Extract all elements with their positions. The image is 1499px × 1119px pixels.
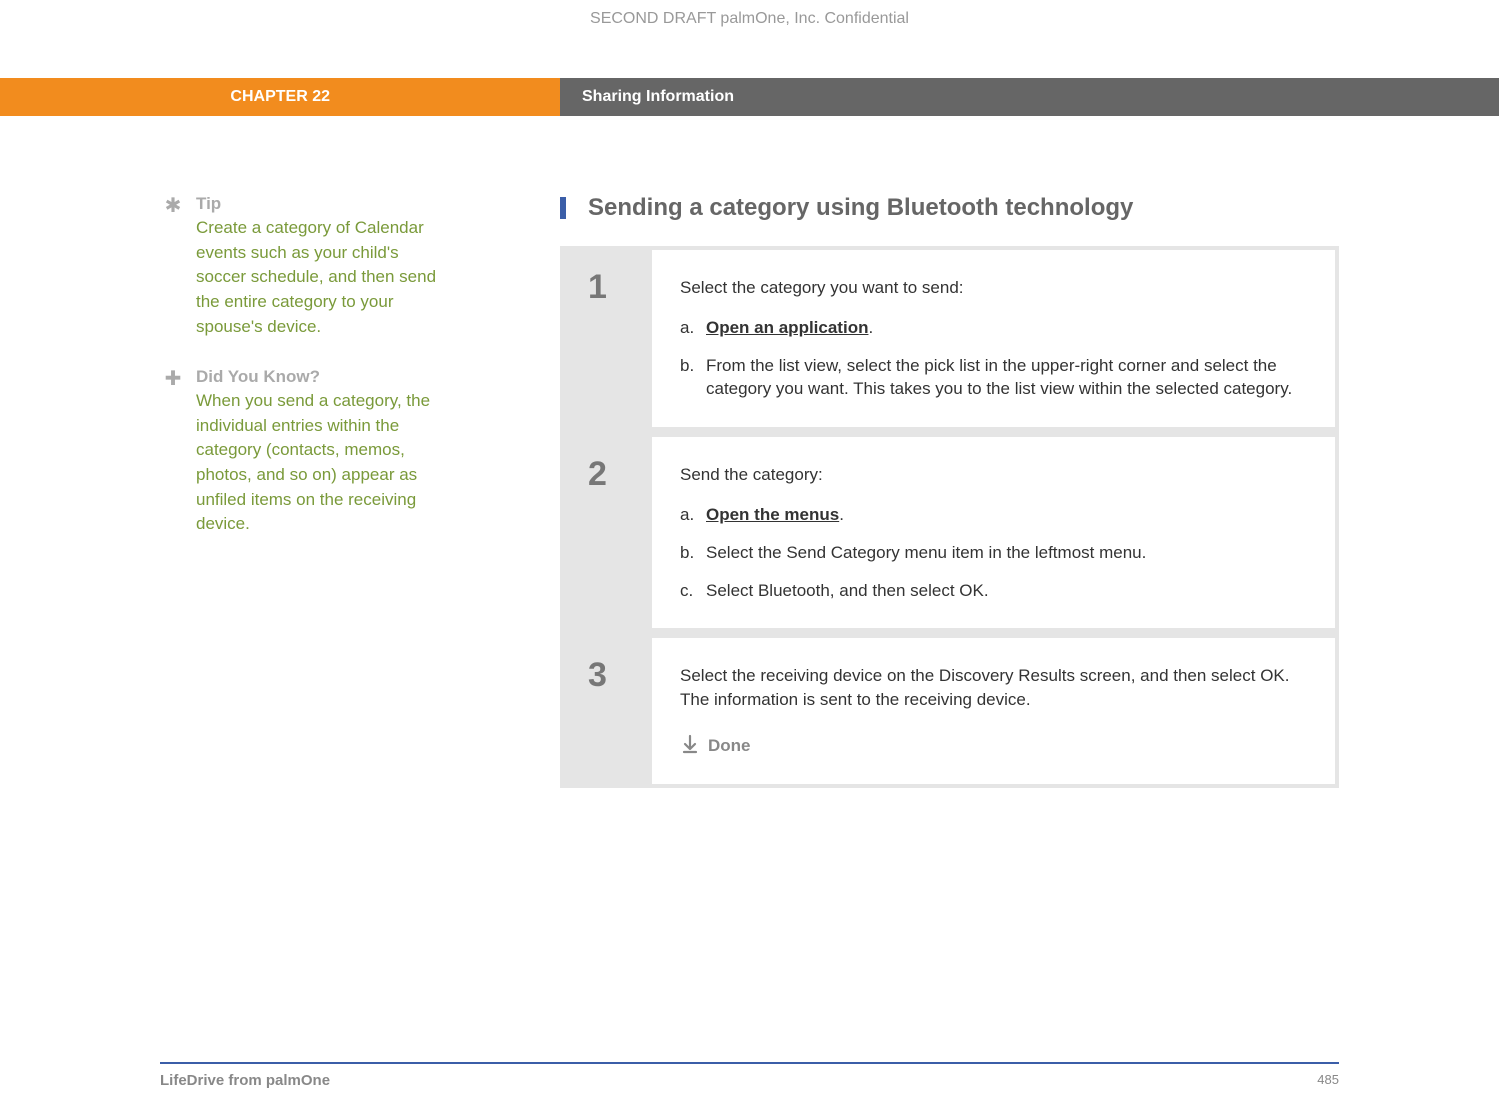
step-sub-item: b. Select the Send Category menu item in… (680, 541, 1307, 565)
step-sub-item: a. Open the menus. (680, 503, 1307, 527)
section-heading: Sending a category using Bluetooth techn… (588, 194, 1133, 222)
sidebar: ✱ Tip Create a category of Calendar even… (0, 194, 560, 788)
after-link: . (839, 505, 844, 524)
sub-text: Select Bluetooth, and then select OK. (706, 579, 1307, 603)
chapter-title: Sharing Information (560, 78, 1499, 116)
page-footer: LifeDrive from palmOne 485 (160, 1062, 1339, 1089)
step-number: 2 (564, 437, 652, 628)
chapter-bar: CHAPTER 22 Sharing Information (0, 78, 1499, 116)
open-application-link[interactable]: Open an application (706, 318, 868, 337)
section-heading-row: Sending a category using Bluetooth techn… (560, 194, 1339, 222)
sub-letter: b. (680, 541, 706, 565)
sub-text: Select the Send Category menu item in th… (706, 541, 1307, 565)
asterisk-icon: ✱ (160, 196, 186, 216)
step-number: 1 (564, 250, 652, 427)
step-body: Select the receiving device on the Disco… (652, 638, 1335, 784)
footer-page-number: 485 (1317, 1072, 1339, 1089)
tip-heading: Tip (196, 194, 450, 214)
step-body: Send the category: a. Open the menus. b.… (652, 437, 1335, 628)
sub-letter: a. (680, 316, 706, 340)
done-label: Done (708, 734, 751, 758)
tip-block: ✱ Tip Create a category of Calendar even… (160, 194, 450, 339)
step-body: Select the category you want to send: a.… (652, 250, 1335, 427)
step-intro: Send the category: (680, 463, 1307, 487)
step-intro: Select the category you want to send: (680, 276, 1307, 300)
plus-icon: ✚ (160, 369, 186, 389)
sub-text: Open an application. (706, 316, 1307, 340)
open-menus-link[interactable]: Open the menus (706, 505, 839, 524)
sub-letter: a. (680, 503, 706, 527)
sub-letter: b. (680, 354, 706, 402)
step-number: 3 (564, 638, 652, 784)
did-you-know-block: ✚ Did You Know? When you send a category… (160, 367, 450, 537)
footer-product: LifeDrive from palmOne (160, 1072, 330, 1089)
step-1: 1 Select the category you want to send: … (564, 250, 1335, 427)
sub-text: Open the menus. (706, 503, 1307, 527)
step-sub-item: a. Open an application. (680, 316, 1307, 340)
sub-letter: c. (680, 579, 706, 603)
sub-text: From the list view, select the pick list… (706, 354, 1307, 402)
main-content: ✱ Tip Create a category of Calendar even… (0, 116, 1499, 788)
dyk-text: When you send a category, the individual… (196, 389, 450, 537)
tip-text: Create a category of Calendar events suc… (196, 216, 450, 339)
dyk-heading: Did You Know? (196, 367, 450, 387)
chapter-number: CHAPTER 22 (0, 78, 560, 116)
after-link: . (868, 318, 873, 337)
section-marker-icon (560, 197, 566, 219)
step-3: 3 Select the receiving device on the Dis… (564, 638, 1335, 784)
step-intro: Select the receiving device on the Disco… (680, 664, 1307, 712)
done-row: Done (680, 734, 1307, 758)
content-column: Sending a category using Bluetooth techn… (560, 194, 1499, 788)
step-2: 2 Send the category: a. Open the menus. … (564, 437, 1335, 628)
step-sub-item: b. From the list view, select the pick l… (680, 354, 1307, 402)
draft-header: SECOND DRAFT palmOne, Inc. Confidential (0, 0, 1499, 78)
arrow-down-icon (680, 734, 700, 758)
steps-container: 1 Select the category you want to send: … (560, 246, 1339, 788)
step-sub-item: c. Select Bluetooth, and then select OK. (680, 579, 1307, 603)
